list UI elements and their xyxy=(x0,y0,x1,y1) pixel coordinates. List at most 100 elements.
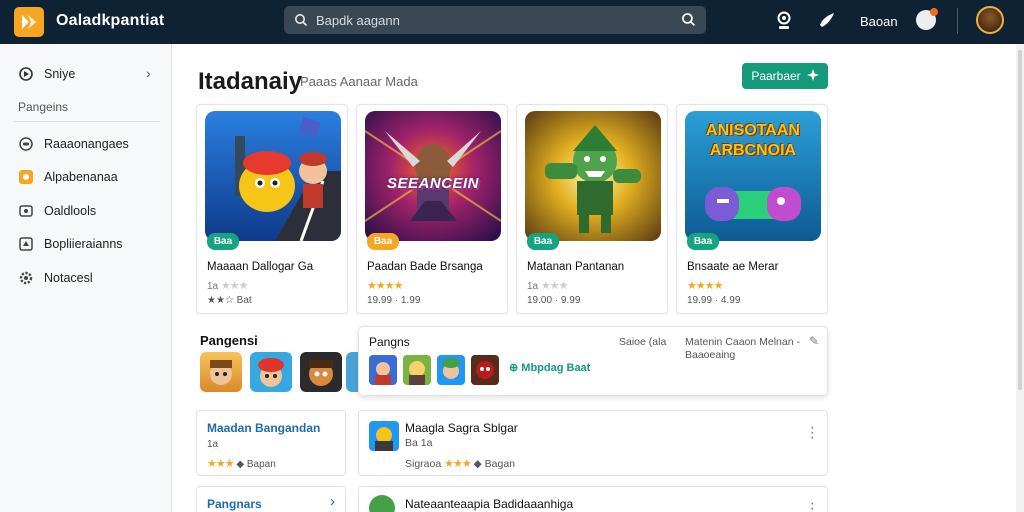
sidebar-item-4[interactable]: Bopliieraianns xyxy=(18,236,123,252)
avatar[interactable] xyxy=(976,6,1004,34)
rating-stars: ★★★ xyxy=(540,280,569,292)
rating-stars: ★★★ xyxy=(207,458,235,470)
tag-icon: ◆ xyxy=(473,458,482,470)
list-item[interactable]: Nateaanteaapia Badidaaanhiga · · xyxy=(358,486,828,512)
sidebar-item-5[interactable]: Notacesl xyxy=(18,270,93,286)
list-item[interactable]: Maagla Sagra Sblgar Ba 1a Sigraoa ★★★ ◆ … xyxy=(358,410,828,476)
list-panel[interactable]: Maadan Bangandan 1a ★★★ ◆ Bapan xyxy=(196,410,346,476)
item-rating: Sigraoa ★★★ ◆ Bagan xyxy=(405,458,516,470)
star-icon xyxy=(18,169,34,185)
page-title: Itadanaiy xyxy=(198,68,303,95)
game-thumbnail[interactable] xyxy=(369,421,399,451)
rating-stars: ★★★ xyxy=(220,280,249,292)
panel-rating: ★★★ ◆ Bapan xyxy=(207,458,276,470)
header-divider xyxy=(957,8,958,34)
badge: Baa xyxy=(367,233,399,250)
game-thumbnail[interactable] xyxy=(437,355,465,385)
sidebar-item-3[interactable]: Oaldlools xyxy=(18,203,96,219)
popover-meta: Saioe (ala xyxy=(619,336,667,348)
gamepad-icon xyxy=(18,66,34,82)
card-title: Paadan Bade Brsanga xyxy=(367,261,483,273)
game-thumbnail[interactable] xyxy=(300,352,342,392)
game-art-title: ANISOTAAN ARBCNOIA xyxy=(706,122,800,159)
item-title: Maagla Sagra Sblgar xyxy=(405,421,518,435)
card-title: Bnsaate ae Merar xyxy=(687,261,779,273)
pin-icon[interactable]: ✎ xyxy=(809,334,819,348)
search-icon xyxy=(294,13,308,32)
section-title: Pangensi xyxy=(200,333,258,348)
panel-title[interactable]: Maadan Bangandan xyxy=(207,421,320,435)
game-thumbnail[interactable] xyxy=(471,355,499,385)
rating-stars: ★★★ xyxy=(444,458,472,470)
more-options-icon[interactable]: · · xyxy=(810,496,815,512)
primary-button[interactable]: Paarbaer xyxy=(742,63,828,89)
folder-icon xyxy=(18,203,34,219)
search-input[interactable]: Bapdk aagann xyxy=(316,13,400,28)
chevron-right-icon[interactable]: › xyxy=(146,65,151,81)
game-thumbnail[interactable] xyxy=(346,352,358,392)
game-thumbnail[interactable] xyxy=(369,495,395,512)
sidebar-item-2[interactable]: Alpabenanaa xyxy=(18,169,118,185)
location-icon[interactable] xyxy=(776,11,792,36)
card-title: Matanan Pantanan xyxy=(527,261,625,273)
badge: Baa xyxy=(527,233,559,250)
badge: Baa xyxy=(207,233,239,250)
main-content: Itadanaiy Paaas Aanaar Mada Paarbaer Baa… xyxy=(172,44,1024,512)
card-rating: 19.00 · 9.99 xyxy=(527,295,581,306)
rating-stars: ★★★★ xyxy=(687,280,723,292)
game-art-image xyxy=(525,111,661,241)
trophy-icon xyxy=(18,236,34,252)
more-options-icon[interactable]: · · · xyxy=(810,420,815,446)
scrollbar-thumb[interactable] xyxy=(1018,50,1022,390)
sidebar-divider xyxy=(14,121,160,122)
card-meta: ★★★★ xyxy=(367,279,403,292)
popover-panel: Pangns Saioe (ala Matenin Caaon Melnan -… xyxy=(358,326,828,396)
item-title: Nateaanteaapia Badidaaanhiga xyxy=(405,497,574,511)
card-meta: 1a ★★★ xyxy=(207,280,249,292)
gamepad-icon xyxy=(18,136,34,152)
sidebar-section-title: Pangeins xyxy=(18,100,69,114)
sidebar-item-top[interactable]: Sniye xyxy=(18,66,75,82)
sidebar-item-label: Notacesl xyxy=(44,271,93,285)
send-icon[interactable] xyxy=(818,11,836,34)
sidebar-item-1[interactable]: Raaaonangaes xyxy=(18,136,129,152)
list-panel[interactable]: Pangnars › xyxy=(196,486,346,512)
game-card[interactable]: Baa Matanan Pantanan 1a ★★★ 19.00 · 9.99 xyxy=(516,104,668,314)
tag-icon: ◆ xyxy=(236,459,245,470)
item-meta: Ba 1a xyxy=(405,437,433,449)
top-bar: Oaladkpantiat Bapdk aagann Baoan xyxy=(0,0,1024,44)
game-card[interactable]: SEEANCEIN Baa Paadan Bade Brsanga ★★★★ 1… xyxy=(356,104,508,314)
sidebar-item-label: Oaldlools xyxy=(44,204,97,218)
primary-button-label: Paarbaer xyxy=(751,69,801,83)
chevron-right-icon[interactable]: › xyxy=(330,493,335,510)
card-rating: ★★☆ Bat xyxy=(207,295,252,306)
badge: Baa xyxy=(687,233,719,250)
popover-link[interactable]: ⊕ Mbpdag Baat xyxy=(509,361,590,374)
panel-title[interactable]: Pangnars xyxy=(207,497,262,511)
game-thumbnail[interactable] xyxy=(369,355,397,385)
app-title: Oaladkpantiat xyxy=(56,12,165,29)
sidebar-item-label: Raaaonangaes xyxy=(44,137,129,151)
game-card[interactable]: Baa Maaaan Dallogar Ga 1a ★★★ ★★☆ Bat xyxy=(196,104,348,314)
user-label[interactable]: Baoan xyxy=(860,14,898,29)
search-submit-icon[interactable] xyxy=(681,12,696,32)
popover-title: Pangns xyxy=(369,335,410,349)
sidebar: Sniye › Pangeins Raaaonangaes Alpabenana… xyxy=(0,44,172,512)
game-art-title: SEEANCEIN xyxy=(386,175,480,192)
game-art-image xyxy=(205,111,341,241)
app-logo[interactable] xyxy=(14,7,44,37)
sidebar-item-label: Bopliieraianns xyxy=(44,237,123,251)
notification-dot xyxy=(930,8,938,16)
search-bar[interactable]: Bapdk aagann xyxy=(284,6,706,34)
sidebar-item-label: Sniye xyxy=(44,67,76,81)
notification-icon[interactable] xyxy=(916,8,938,30)
game-thumbnail[interactable] xyxy=(403,355,431,385)
card-title: Maaaan Dallogar Ga xyxy=(207,261,314,273)
game-card[interactable]: ANISOTAAN ARBCNOIA Baa Bnsaate ae Merar … xyxy=(676,104,828,314)
rating-stars: ★★★★ xyxy=(367,280,403,292)
sidebar-item-label: Alpabenanaa xyxy=(44,170,118,184)
game-thumbnail[interactable] xyxy=(250,352,292,392)
scrollbar[interactable] xyxy=(1016,44,1024,512)
popover-description: Matenin Caaon Melnan - Baaoeaing xyxy=(685,336,800,361)
game-thumbnail[interactable] xyxy=(200,352,242,392)
